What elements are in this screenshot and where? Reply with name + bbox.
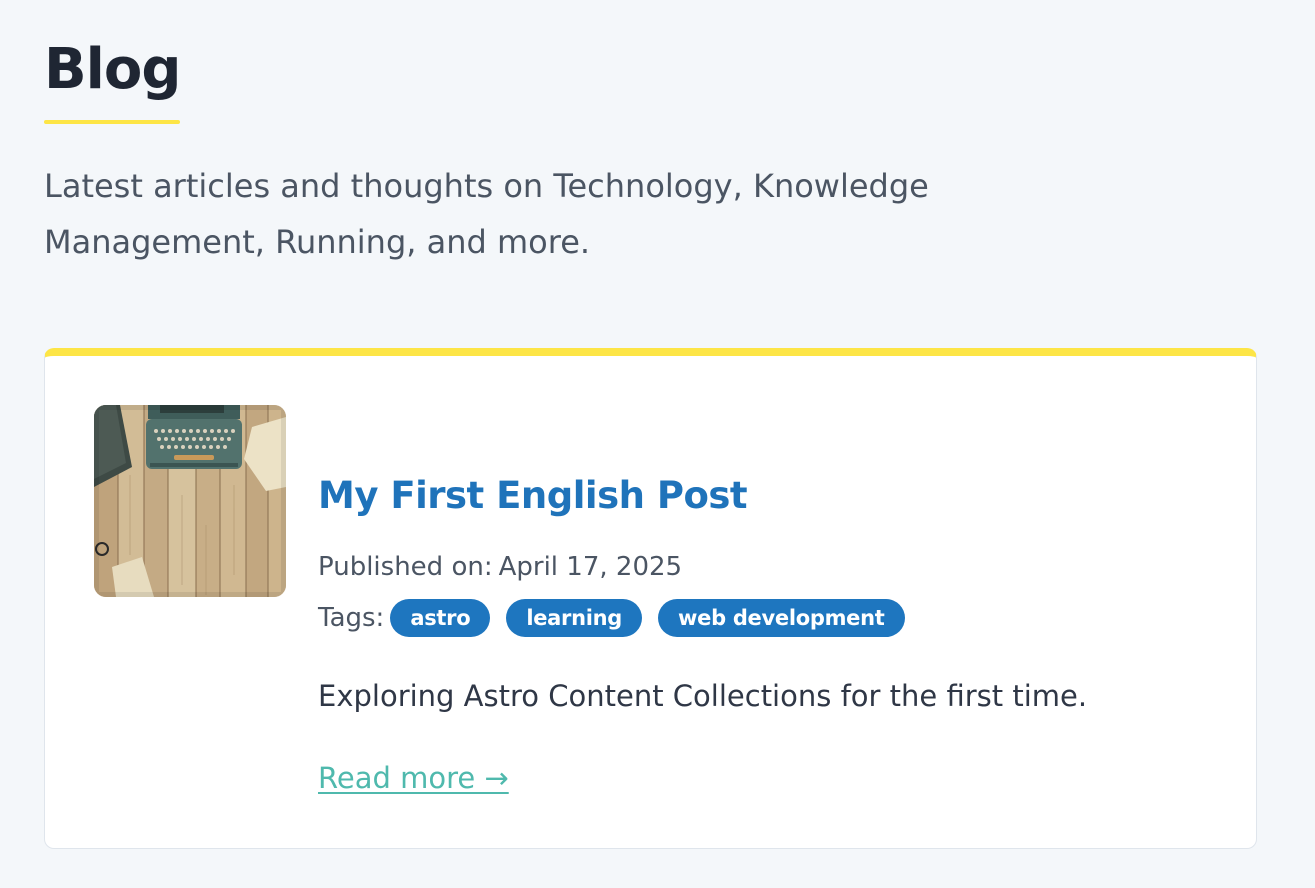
post-date: Published on: April 17, 2025 xyxy=(318,550,682,584)
read-more-link[interactable]: Read more → xyxy=(318,759,509,797)
post-title-link[interactable]: My First English Post xyxy=(318,473,748,519)
post-card: My First English Post Published on: April… xyxy=(44,348,1257,849)
post-date-value: April 17, 2025 xyxy=(498,552,683,582)
post-tags: Tags: astro learning web development xyxy=(318,598,921,638)
tag-learning[interactable]: learning xyxy=(506,599,643,637)
tags-label: Tags: xyxy=(318,603,385,633)
page-intro: Latest articles and thoughts on Technolo… xyxy=(44,167,929,261)
title-underline xyxy=(44,120,180,124)
typewriter-image xyxy=(94,405,286,597)
post-date-label: Published on: xyxy=(318,552,493,582)
post-thumbnail[interactable] xyxy=(94,405,286,597)
tag-astro[interactable]: astro xyxy=(390,599,491,637)
page-title: Blog xyxy=(44,37,181,102)
post-description: Exploring Astro Content Collections for … xyxy=(318,679,1088,713)
tag-web-development[interactable]: web development xyxy=(658,599,905,637)
